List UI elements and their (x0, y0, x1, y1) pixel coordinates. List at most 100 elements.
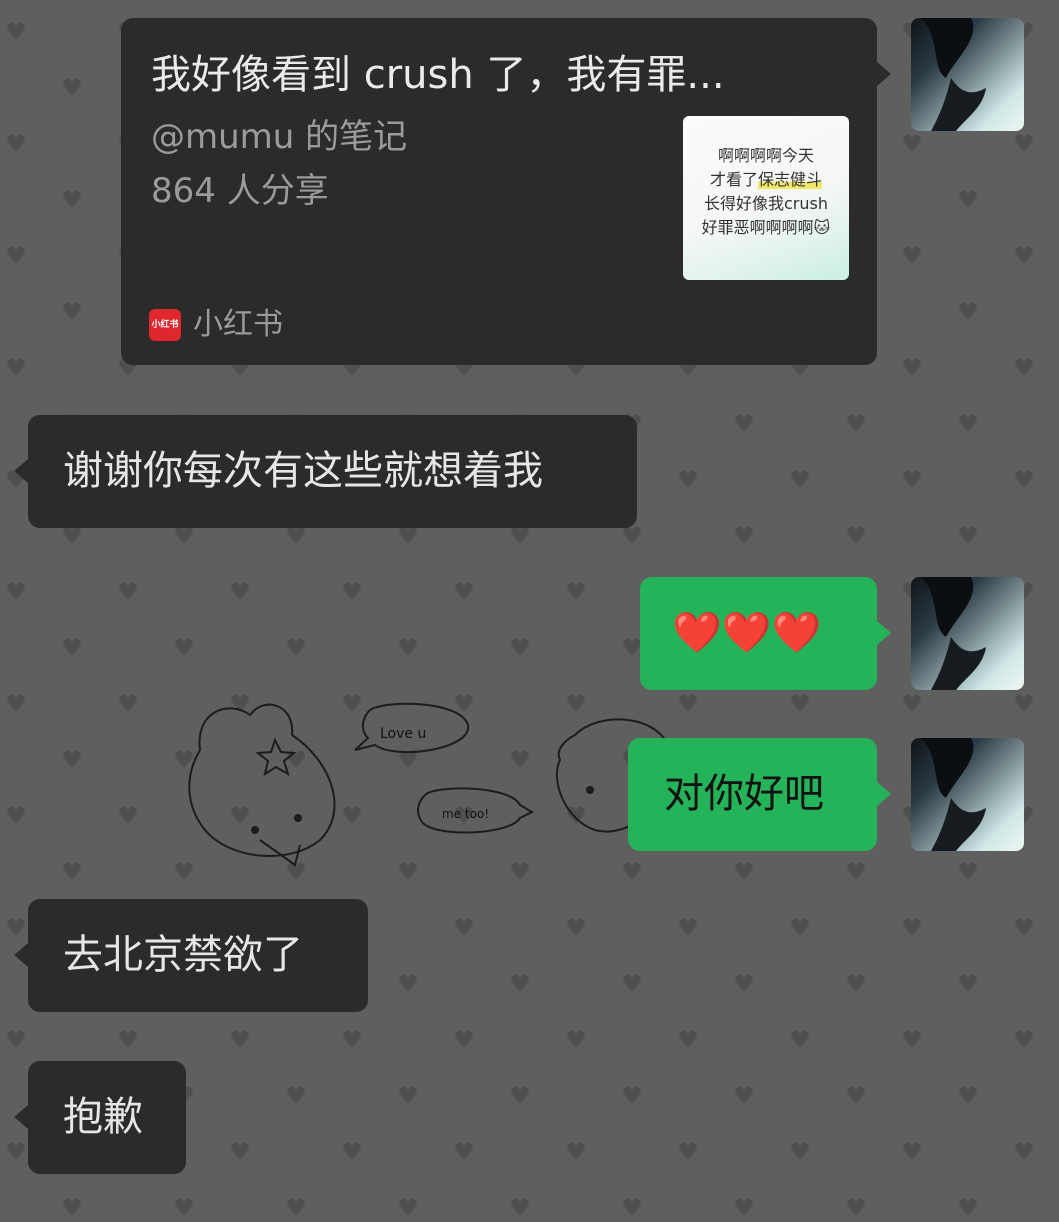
pattern-heart-icon: ♥ (61, 746, 83, 774)
pattern-heart-icon: ♥ (621, 970, 643, 998)
bubble-tail (14, 943, 28, 967)
pattern-heart-icon: ♥ (173, 634, 195, 662)
pattern-heart-icon: ♥ (397, 634, 419, 662)
bubble-tail (14, 1105, 28, 1129)
avatar[interactable] (911, 18, 1024, 131)
pattern-heart-icon: ♥ (1013, 242, 1035, 270)
pattern-heart-icon: ♥ (5, 18, 27, 46)
pattern-heart-icon: ♥ (901, 914, 923, 942)
bubble-tail (877, 782, 891, 806)
pattern-heart-icon: ♥ (5, 354, 27, 382)
pattern-heart-icon: ♥ (789, 690, 811, 718)
pattern-heart-icon: ♥ (341, 1138, 363, 1166)
pattern-heart-icon: ♥ (117, 690, 139, 718)
thumb-highlight: 保志健斗 (758, 170, 823, 189)
pattern-heart-icon: ♥ (677, 914, 699, 942)
note-author: @mumu 的笔记 (151, 117, 408, 157)
shared-note-card[interactable]: 我好像看到 crush 了，我有罪... @mumu 的笔记 864 人分享 啊… (121, 18, 891, 365)
pattern-heart-icon: ♥ (901, 130, 923, 158)
pattern-heart-icon: ♥ (1013, 690, 1035, 718)
pattern-heart-icon: ♥ (61, 298, 83, 326)
pattern-heart-icon: ♥ (845, 970, 867, 998)
pattern-heart-icon: ♥ (61, 634, 83, 662)
pattern-heart-icon: ♥ (733, 1082, 755, 1110)
pattern-heart-icon: ♥ (957, 522, 979, 550)
pattern-heart-icon: ♥ (229, 1026, 251, 1054)
pattern-heart-icon: ♥ (957, 858, 979, 886)
pattern-heart-icon: ♥ (1013, 1026, 1035, 1054)
avatar[interactable] (911, 738, 1024, 851)
message-bubble-sent[interactable]: ❤️❤️❤️ (640, 577, 891, 690)
pattern-heart-icon: ♥ (733, 522, 755, 550)
pattern-heart-icon: ♥ (957, 1082, 979, 1110)
pattern-heart-icon: ♥ (453, 914, 475, 942)
pattern-heart-icon: ♥ (341, 1026, 363, 1054)
xiaohongshu-logo-icon: 小红书 (149, 309, 181, 341)
pattern-heart-icon: ♥ (565, 1138, 587, 1166)
pattern-heart-icon: ♥ (453, 1138, 475, 1166)
pattern-heart-icon: ♥ (117, 1026, 139, 1054)
doodle-me-too: me too! (442, 807, 489, 821)
pattern-heart-icon: ♥ (565, 1026, 587, 1054)
pattern-heart-icon: ♥ (677, 1026, 699, 1054)
pattern-heart-icon: ♥ (845, 1082, 867, 1110)
doodle-love-u: Love u (380, 726, 426, 742)
pattern-heart-icon: ♥ (1013, 466, 1035, 494)
pattern-heart-icon: ♥ (5, 242, 27, 270)
pattern-heart-icon: ♥ (565, 914, 587, 942)
pattern-heart-icon: ♥ (1013, 354, 1035, 382)
pattern-heart-icon: ♥ (957, 298, 979, 326)
bubble-tail (14, 459, 28, 483)
pattern-heart-icon: ♥ (5, 130, 27, 158)
thumb-line-1: 啊啊啊啊今天 (717, 146, 814, 165)
message-bubble-received[interactable]: 谢谢你每次有这些就想着我 (14, 415, 637, 528)
pattern-heart-icon: ♥ (677, 1138, 699, 1166)
pattern-heart-icon: ♥ (5, 914, 27, 942)
note-title: 我好像看到 crush 了，我有罪... (151, 52, 725, 98)
pattern-heart-icon: ♥ (285, 1082, 307, 1110)
pattern-heart-icon: ♥ (621, 1082, 643, 1110)
message-bubble-received[interactable]: 去北京禁欲了 (14, 899, 368, 1012)
pattern-heart-icon: ♥ (1013, 130, 1035, 158)
pattern-heart-icon: ♥ (509, 1082, 531, 1110)
pattern-heart-icon: ♥ (61, 74, 83, 102)
pattern-heart-icon: ♥ (901, 1138, 923, 1166)
pattern-heart-icon: ♥ (677, 466, 699, 494)
pattern-heart-icon: ♥ (901, 1026, 923, 1054)
bubble-tail (877, 621, 891, 645)
pattern-heart-icon: ♥ (789, 1138, 811, 1166)
pattern-heart-icon: ♥ (957, 186, 979, 214)
pattern-heart-icon: ♥ (901, 242, 923, 270)
pattern-heart-icon: ♥ (5, 1026, 27, 1054)
pattern-heart-icon: ♥ (733, 410, 755, 438)
pattern-heart-icon: ♥ (341, 578, 363, 606)
pattern-heart-icon: ♥ (397, 1082, 419, 1110)
bunny-doodle-wallpaper: Love u me too! (188, 702, 673, 867)
pattern-heart-icon: ♥ (453, 1026, 475, 1054)
bubble-tail (877, 62, 891, 86)
thumb-line-4: 好罪恶啊啊啊啊🐱 (701, 218, 831, 237)
source-app-name: 小红书 (193, 307, 283, 342)
pattern-heart-icon: ♥ (901, 690, 923, 718)
pattern-heart-icon: ♥ (5, 690, 27, 718)
pattern-heart-icon: ♥ (845, 522, 867, 550)
pattern-heart-icon: ♥ (957, 410, 979, 438)
message-text: 谢谢你每次有这些就想着我 (63, 448, 543, 494)
pattern-heart-icon: ♥ (61, 858, 83, 886)
pattern-heart-icon: ♥ (957, 970, 979, 998)
pattern-heart-icon: ♥ (5, 802, 27, 830)
pattern-heart-icon: ♥ (789, 466, 811, 494)
note-share-count: 864 人分享 (151, 171, 329, 211)
thumb-line-3: 长得好像我crush (704, 194, 828, 213)
pattern-heart-icon: ♥ (5, 1138, 27, 1166)
thumb-line-2: 才看了保志健斗 (709, 170, 823, 189)
message-bubble-received[interactable]: 抱歉 (14, 1061, 186, 1174)
pattern-heart-icon: ♥ (5, 578, 27, 606)
message-bubble-sent[interactable]: 对你好吧 (628, 738, 891, 851)
pattern-heart-icon: ♥ (61, 186, 83, 214)
avatar[interactable] (911, 577, 1024, 690)
message-text: 抱歉 (63, 1094, 143, 1140)
pattern-heart-icon: ♥ (285, 634, 307, 662)
pattern-heart-icon: ♥ (565, 578, 587, 606)
pattern-heart-icon: ♥ (229, 578, 251, 606)
